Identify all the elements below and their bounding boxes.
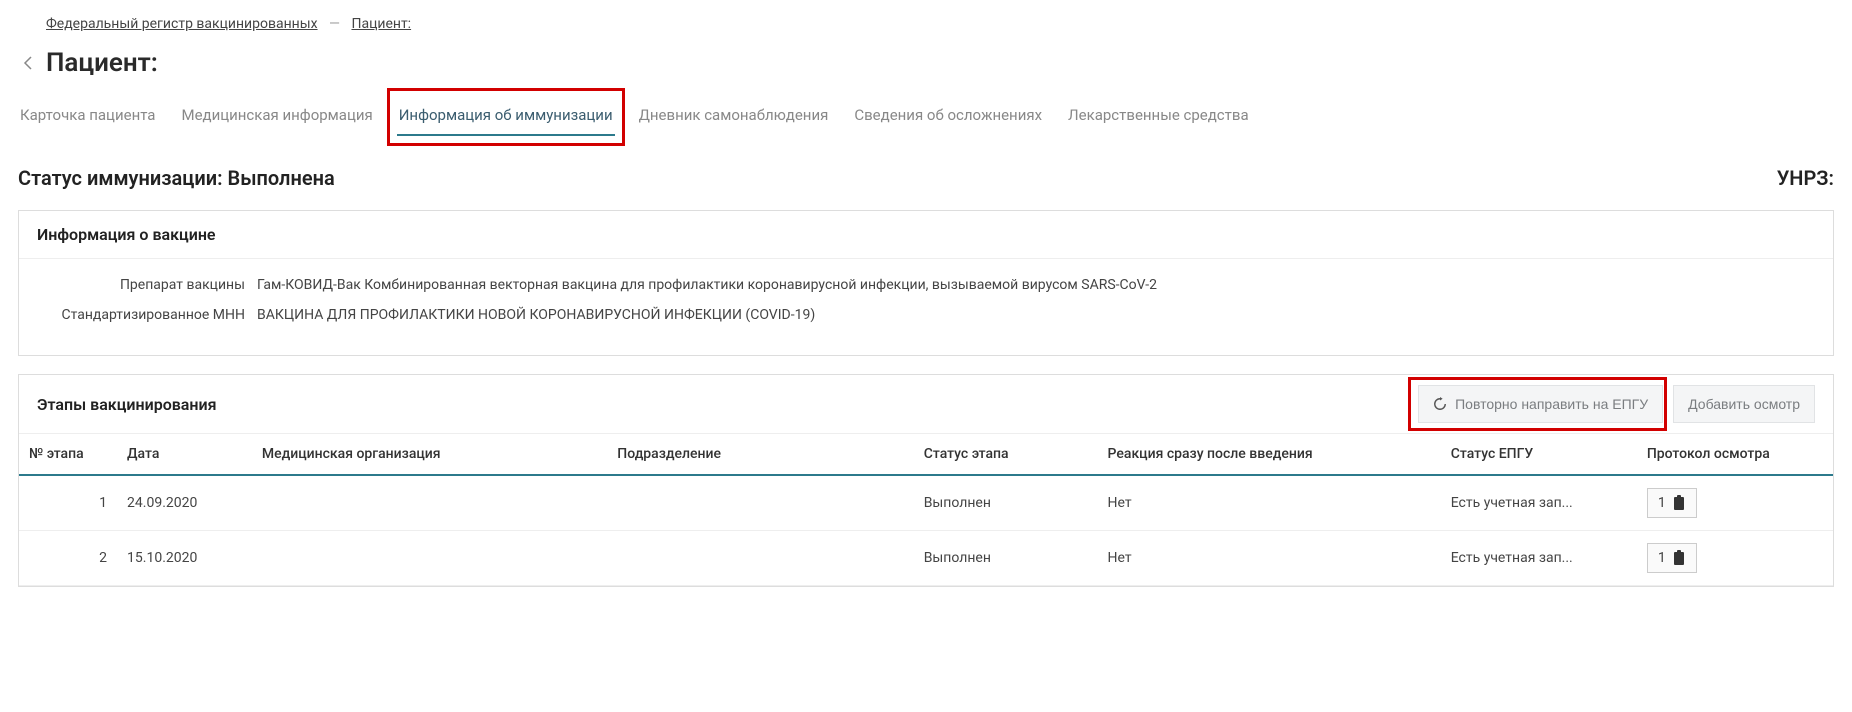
vaccine-drug-label: Препарат вакцины: [37, 277, 257, 293]
resend-epgu-button[interactable]: Повторно направить на ЕПГУ: [1418, 385, 1663, 423]
col-header-status: Статус этапа: [914, 434, 1098, 475]
cell-epgu: Есть учетная зап...: [1441, 531, 1637, 586]
cell-protocol: 1: [1637, 531, 1833, 586]
table-row[interactable]: 2 15.10.2020 Выполнен Нет Есть учетная з…: [19, 531, 1833, 586]
cell-date: 15.10.2020: [117, 531, 252, 586]
col-header-epgu: Статус ЕПГУ: [1441, 434, 1637, 475]
cell-protocol: 1: [1637, 475, 1833, 531]
table-row[interactable]: 1 24.09.2020 Выполнен Нет Есть учетная з…: [19, 475, 1833, 531]
cell-status: Выполнен: [914, 475, 1098, 531]
clipboard-icon: [1672, 550, 1686, 566]
protocol-count: 1: [1658, 550, 1666, 566]
protocol-button[interactable]: 1: [1647, 488, 1697, 518]
back-button[interactable]: [18, 52, 38, 74]
cell-status: Выполнен: [914, 531, 1098, 586]
breadcrumb-link-root[interactable]: Федеральный регистр вакцинированных: [46, 16, 318, 32]
cell-epgu: Есть учетная зап...: [1441, 475, 1637, 531]
breadcrumb: Федеральный регистр вакцинированных — Па…: [18, 10, 1834, 44]
immunization-status: Статус иммунизации: Выполнена: [18, 166, 335, 190]
add-examination-button[interactable]: Добавить осмотр: [1673, 385, 1815, 423]
cell-reaction: Нет: [1098, 531, 1441, 586]
cell-org: [252, 531, 607, 586]
cell-org: [252, 475, 607, 531]
cell-reaction: Нет: [1098, 475, 1441, 531]
cell-num: 2: [19, 531, 117, 586]
vaccine-panel-header: Информация о вакцине: [19, 211, 1833, 259]
stages-panel: Этапы вакцинирования Повторно направить …: [18, 374, 1834, 587]
tab-immunization-info[interactable]: Информация об иммунизации: [397, 96, 615, 136]
col-header-org: Медицинская организация: [252, 434, 607, 475]
resend-epgu-label: Повторно направить на ЕПГУ: [1455, 396, 1648, 412]
col-header-protocol: Протокол осмотра: [1637, 434, 1833, 475]
tab-medical-info[interactable]: Медицинская информация: [179, 96, 374, 136]
tab-self-observation[interactable]: Дневник самонаблюдения: [637, 96, 831, 136]
clipboard-icon: [1672, 495, 1686, 511]
vaccine-info-panel: Информация о вакцине Препарат вакцины Га…: [18, 210, 1834, 356]
cell-dept: [607, 475, 913, 531]
unrz-label: УНРЗ:: [1777, 166, 1834, 190]
tabs: Карточка пациента Медицинская информация…: [18, 96, 1834, 146]
page-title: Пациент:: [46, 48, 158, 78]
stages-table: № этапа Дата Медицинская организация Под…: [19, 434, 1833, 586]
col-header-date: Дата: [117, 434, 252, 475]
protocol-count: 1: [1658, 495, 1666, 511]
vaccine-drug-value: Гам-КОВИД-Вак Комбинированная векторная …: [257, 277, 1815, 293]
tab-patient-card[interactable]: Карточка пациента: [18, 96, 157, 136]
breadcrumb-link-patient[interactable]: Пациент:: [351, 16, 411, 32]
col-header-reaction: Реакция сразу после введения: [1098, 434, 1441, 475]
add-examination-label: Добавить осмотр: [1688, 396, 1800, 412]
cell-dept: [607, 531, 913, 586]
vaccine-mnn-value: ВАКЦИНА ДЛЯ ПРОФИЛАКТИКИ НОВОЙ КОРОНАВИР…: [257, 307, 1815, 323]
breadcrumb-separator: —: [329, 16, 340, 32]
cell-date: 24.09.2020: [117, 475, 252, 531]
tab-medications[interactable]: Лекарственные средства: [1066, 96, 1251, 136]
tab-complications[interactable]: Сведения об осложнениях: [852, 96, 1044, 136]
stages-panel-header: Этапы вакцинирования: [37, 395, 217, 414]
cell-num: 1: [19, 475, 117, 531]
protocol-button[interactable]: 1: [1647, 543, 1697, 573]
chevron-left-icon: [23, 55, 33, 71]
col-header-dept: Подразделение: [607, 434, 913, 475]
refresh-icon: [1433, 397, 1447, 411]
col-header-num: № этапа: [19, 434, 117, 475]
vaccine-mnn-label: Стандартизированное МНН: [37, 307, 257, 323]
